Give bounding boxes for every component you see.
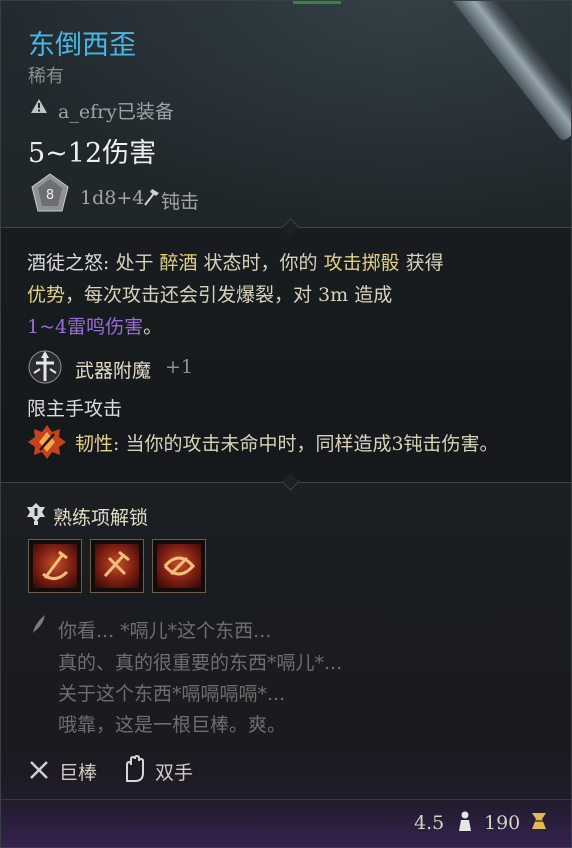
proficiency-label: 熟练项解锁 — [53, 507, 149, 529]
item-rarity: 稀有 — [28, 66, 64, 87]
enchantment-label: 武器附魔 — [75, 360, 152, 382]
weapon-type: 巨棒 — [59, 762, 98, 784]
proficiency-slot-3[interactable] — [152, 539, 206, 593]
top-accent — [293, 1, 341, 4]
equipped-by: a_efry已装备 — [58, 101, 174, 123]
damage-range: 5~12伤害 — [28, 138, 157, 169]
mainhand-restriction: 限主手攻击 — [27, 398, 123, 420]
damage-dice: 1d8+4 — [80, 187, 145, 209]
lore-line-3: 关于这个东西*嗝嗝嗝嗝*... — [58, 683, 286, 705]
proficiency-action-icon — [163, 556, 195, 576]
lore-line-4: 哦靠，这是一根巨棒。爽。 — [58, 714, 287, 736]
die-face: 8 — [46, 188, 54, 203]
lore-quill-icon — [33, 615, 45, 633]
item-value: 190 — [484, 812, 521, 834]
proficiency-slot-2[interactable] — [90, 539, 144, 593]
item-name: 东倒西歪 — [28, 30, 136, 61]
weapon-enchantment-icon — [28, 350, 62, 384]
item-weight: 4.5 — [414, 812, 445, 834]
two-handed-icon — [126, 755, 144, 782]
passive-line-3: 1~4雷鸣伤害。 — [27, 316, 163, 338]
handedness: 双手 — [155, 762, 194, 784]
d8-die-icon: 8 — [31, 173, 69, 212]
proficiency-action-icon — [42, 550, 69, 580]
bludgeon-icon — [144, 189, 159, 206]
toughness-text: 韧性: 当你的攻击未命中时，同样造成3钝击伤害。 — [75, 433, 499, 455]
crossed-weapons-icon — [30, 761, 48, 779]
toughness-name: 韧性: — [75, 433, 120, 455]
damage-type: 钝击 — [161, 191, 200, 213]
keyword-drunk: 醉酒 — [159, 252, 198, 274]
passive-line-2: 优势，每次攻击还会引发爆裂，对 3m 造成 — [27, 284, 393, 306]
lore-line-2: 真的、真的很重要的东西*嗝儿*... — [58, 652, 343, 674]
proficiency-icon — [27, 503, 45, 525]
warning-icon — [31, 99, 47, 113]
gold-coin-icon — [532, 813, 546, 829]
keyword-attack-roll: 攻击掷骰 — [323, 252, 400, 274]
lore-line-1: 你看... *嗝儿*这个东西... — [58, 620, 272, 642]
proficiency-slot-1[interactable] — [28, 539, 82, 593]
passive-line-1: 酒徒之怒: 处于 醉酒 状态时，你的 攻击掷骰 获得 — [27, 252, 444, 274]
proficiency-action-icon — [103, 550, 130, 578]
keyword-advantage: 优势 — [27, 284, 66, 306]
toughness-icon — [28, 425, 66, 459]
item-tooltip: 东倒西歪 稀有 a_efry已装备 5~12伤害 8 1d8+4 钝击 酒徒之怒… — [0, 0, 572, 848]
enchantment-value: +1 — [165, 356, 194, 378]
weight-icon — [459, 811, 471, 831]
thunder-damage: 1~4雷鸣伤害 — [27, 316, 144, 338]
passive-name: 酒徒之怒: — [27, 252, 110, 274]
